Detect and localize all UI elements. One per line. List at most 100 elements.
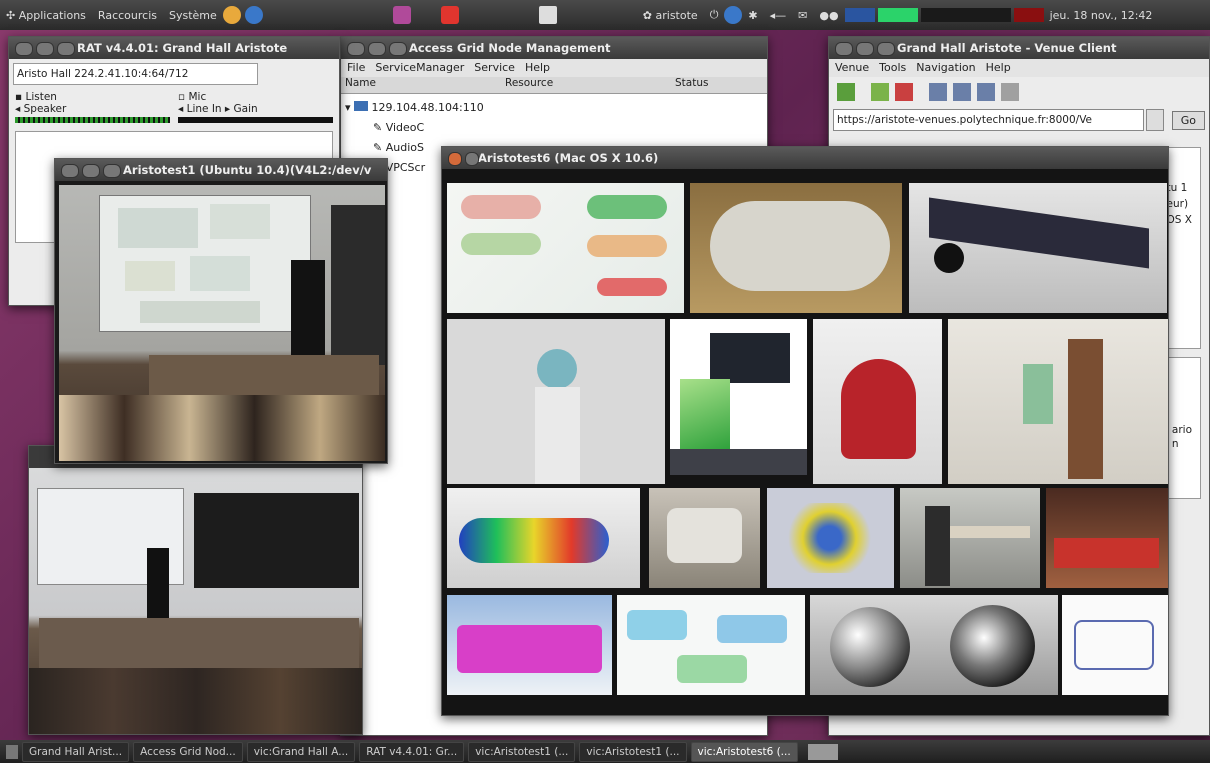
venue-titlebar[interactable]: Grand Hall Aristote - Venue Client xyxy=(829,37,1209,59)
menu-tools[interactable]: Tools xyxy=(879,59,906,77)
speaker-label[interactable]: Speaker xyxy=(24,103,67,115)
display-icon[interactable] xyxy=(538,6,557,24)
mail-icon[interactable]: ✉ xyxy=(798,9,807,22)
places-menu[interactable]: Raccourcis xyxy=(98,9,157,22)
device xyxy=(667,508,742,563)
rat-controls: ▪ Listen ◂ Speaker ▫ Mic ◂ Line In ▸ Gai… xyxy=(9,89,339,125)
url-dropdown-icon[interactable] xyxy=(1145,109,1164,131)
aristotest6-title: Aristotest6 (Mac OS X 10.6) xyxy=(478,151,659,165)
layout-icon-2[interactable] xyxy=(953,83,971,101)
col-resource[interactable]: Resource xyxy=(505,77,675,93)
minimize-icon[interactable] xyxy=(465,152,479,166)
help-icon[interactable] xyxy=(244,6,263,24)
applications-menu[interactable]: ✣ Applications xyxy=(6,9,86,22)
side-text: ario xyxy=(1171,424,1192,436)
taskbar-item[interactable]: Access Grid Nod... xyxy=(133,741,243,762)
user-menu[interactable]: ✿ aristote xyxy=(643,9,698,22)
minimize-icon[interactable] xyxy=(856,42,874,56)
gain-label[interactable]: Gain xyxy=(234,103,258,115)
workspace-switcher[interactable] xyxy=(807,743,838,760)
participant-labels: tu 1 eur) OS X xyxy=(1167,180,1192,228)
volume-icon[interactable]: ◂— xyxy=(770,9,787,22)
clock[interactable]: jeu. 18 nov., 12:42 xyxy=(1050,9,1153,22)
taskbar-item[interactable]: vic:Grand Hall A... xyxy=(246,741,356,762)
menu-navigation[interactable]: Navigation xyxy=(916,59,975,77)
minimize-icon[interactable] xyxy=(82,164,100,178)
close-icon[interactable] xyxy=(835,42,853,56)
agnm-titlebar[interactable]: Access Grid Node Management xyxy=(341,37,767,59)
lecture-video-frame xyxy=(29,468,362,734)
go-button[interactable]: Go xyxy=(1171,110,1205,130)
line-in-label[interactable]: Line In xyxy=(187,103,222,115)
taskbar-item[interactable]: vic:Aristotest1 (... xyxy=(579,741,687,762)
close-icon[interactable] xyxy=(448,152,462,166)
menu-help[interactable]: Help xyxy=(525,59,550,77)
rat-titlebar[interactable]: RAT v4.4.01: Grand Hall Aristote xyxy=(9,37,339,59)
layout-icon-3[interactable] xyxy=(977,83,995,101)
taskbar-item[interactable]: Grand Hall Arist... xyxy=(22,741,130,762)
layout-icon-1[interactable] xyxy=(929,83,947,101)
menu-servicemanager[interactable]: ServiceManager xyxy=(375,59,464,77)
listen-label[interactable]: Listen xyxy=(25,91,56,103)
tx-level-meter xyxy=(178,117,333,123)
gallery-molecular-structure xyxy=(767,488,894,588)
slide-thumb xyxy=(140,301,260,323)
vic-window-lecture xyxy=(28,445,363,735)
stop-icon[interactable] xyxy=(895,83,913,101)
col-name[interactable]: Name xyxy=(341,77,505,93)
tools-icon[interactable] xyxy=(1001,83,1019,101)
firefox-icon[interactable] xyxy=(222,6,241,24)
aristotest1-title: Aristotest1 (Ubuntu 10.4)(V4L2:/dev/v xyxy=(123,163,372,177)
gallery-shoe-sole xyxy=(690,183,902,313)
maximize-icon[interactable] xyxy=(389,42,407,56)
update-icon[interactable] xyxy=(724,6,743,24)
back-icon[interactable] xyxy=(871,83,889,101)
maximize-icon[interactable] xyxy=(877,42,895,56)
shoe-sketch xyxy=(461,233,541,255)
rx-level-meter xyxy=(15,117,170,123)
aristotest6-titlebar[interactable]: Aristotest6 (Mac OS X 10.6) xyxy=(442,147,1168,169)
close-icon[interactable] xyxy=(61,164,79,178)
side-text: eur) xyxy=(1166,198,1189,210)
memory-graph xyxy=(877,8,918,22)
taskbar-item[interactable]: vic:Aristotest6 (... xyxy=(690,741,798,762)
agnm-menubar: File ServiceManager Service Help xyxy=(341,59,767,77)
close-icon[interactable] xyxy=(15,42,33,56)
taskbar-item[interactable]: vic:Aristotest1 (... xyxy=(468,741,576,762)
power-app-icon[interactable] xyxy=(440,6,459,24)
menu-file[interactable]: File xyxy=(347,59,365,77)
gallery-underwater-robot xyxy=(670,319,807,475)
taskbar-item[interactable]: RAT v4.4.01: Gr... xyxy=(359,741,465,762)
tree-node[interactable]: ▾ 129.104.48.104:110 xyxy=(345,98,763,118)
blackboard xyxy=(194,493,359,588)
url-row: https://aristote-venues.polytechnique.fr… xyxy=(829,107,1209,133)
menu-service[interactable]: Service xyxy=(474,59,515,77)
shutdown-icon[interactable]: ⏻ xyxy=(710,8,719,22)
system-menu[interactable]: Système xyxy=(169,9,217,22)
maximize-icon[interactable] xyxy=(57,42,75,56)
close-icon[interactable] xyxy=(347,42,365,56)
rat-address: Aristo Hall 224.2.41.10:4:64/712 xyxy=(13,63,258,85)
venue-url-field[interactable]: https://aristote-venues.polytechnique.fr… xyxy=(833,109,1144,131)
minimize-icon[interactable] xyxy=(368,42,386,56)
sketch xyxy=(677,655,747,683)
maximize-icon[interactable] xyxy=(103,164,121,178)
node-label: 129.104.48.104:110 xyxy=(371,101,484,114)
home-icon[interactable] xyxy=(837,83,855,101)
minimize-icon[interactable] xyxy=(36,42,54,56)
gallery-sneaker-sketches xyxy=(447,183,684,313)
vic-window-aristotest6: Aristotest6 (Mac OS X 10.6) xyxy=(441,146,1169,716)
aristotest1-titlebar[interactable]: Aristotest1 (Ubuntu 10.4)(V4L2:/dev/v xyxy=(55,159,387,181)
menu-venue[interactable]: Venue xyxy=(835,59,869,77)
col-status[interactable]: Status xyxy=(675,77,708,93)
menu-help[interactable]: Help xyxy=(986,59,1011,77)
network-icon[interactable] xyxy=(392,6,411,24)
person xyxy=(1068,339,1103,479)
bluetooth-icon[interactable]: ✱ xyxy=(748,9,757,22)
mic-label[interactable]: Mic xyxy=(188,91,206,103)
show-desktop-icon[interactable] xyxy=(6,744,18,759)
slide-thumb xyxy=(125,261,175,291)
slide-thumb xyxy=(118,208,198,248)
chat-icon[interactable]: ●● xyxy=(819,9,838,22)
tree-service[interactable]: ✎ VideoC xyxy=(345,118,763,138)
